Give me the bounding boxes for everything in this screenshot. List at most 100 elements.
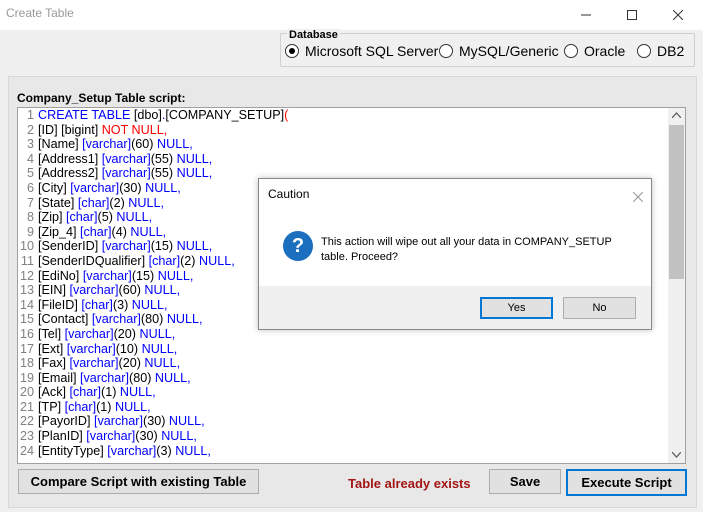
code-token: [SenderID] bbox=[38, 239, 102, 254]
code-line: 4 [Address1] [varchar](55) NULL, bbox=[18, 152, 288, 167]
radio-db2[interactable]: DB2 bbox=[637, 43, 684, 59]
line-number: 6 bbox=[26, 180, 34, 195]
code-token: (20) bbox=[113, 326, 140, 341]
close-icon bbox=[673, 10, 683, 20]
radio-db2-label: DB2 bbox=[657, 43, 685, 59]
line-number: 23 bbox=[19, 429, 34, 444]
code-token: [varchar] bbox=[101, 239, 151, 254]
close-button[interactable] bbox=[655, 0, 701, 30]
radio-unselected-icon bbox=[564, 44, 578, 58]
code-token: (60) bbox=[118, 283, 145, 298]
scroll-up-icon[interactable] bbox=[672, 112, 681, 118]
line-number: 4 bbox=[26, 151, 34, 166]
question-icon: ? bbox=[283, 231, 313, 261]
code-token: [char] bbox=[148, 253, 181, 268]
code-line: 15 [Contact] [varchar](80) NULL, bbox=[18, 312, 288, 327]
code-token: NULL, bbox=[116, 210, 153, 225]
code-token: NULL, bbox=[176, 151, 213, 166]
code-token: (30) bbox=[135, 429, 162, 444]
no-button[interactable]: No bbox=[563, 297, 636, 319]
maximize-button[interactable] bbox=[609, 0, 655, 30]
radio-mysql[interactable]: MySQL/Generic bbox=[439, 43, 559, 59]
line-number: 17 bbox=[19, 341, 34, 356]
code-token: [Ack] bbox=[38, 385, 70, 400]
code-line: 10 [SenderID] [varchar](15) NULL, bbox=[18, 239, 288, 254]
code-token: (60) bbox=[131, 137, 157, 152]
code-token: ( bbox=[284, 108, 289, 122]
code-token: [char] bbox=[80, 224, 112, 239]
code-line: 2 [ID] [bigint] NOT NULL, bbox=[18, 123, 288, 138]
line-number: 14 bbox=[19, 297, 34, 312]
code-token: NULL, bbox=[199, 253, 235, 268]
line-number: 19 bbox=[19, 370, 34, 385]
code-token: (10) bbox=[115, 341, 142, 356]
code-token: NULL, bbox=[144, 356, 181, 371]
code-token: [Tel] bbox=[38, 326, 65, 341]
scrollbar-thumb[interactable] bbox=[669, 125, 684, 279]
minimize-icon bbox=[581, 14, 591, 16]
code-line: 22 [PayorID] [varchar](30) NULL, bbox=[18, 414, 288, 429]
save-button[interactable]: Save bbox=[489, 469, 561, 494]
code-token: [varchar] bbox=[70, 180, 120, 195]
code-token: NULL, bbox=[141, 341, 178, 356]
code-token: (1) bbox=[96, 399, 115, 414]
code-token: (1) bbox=[101, 385, 120, 400]
code-token: NULL, bbox=[144, 283, 181, 298]
code-token: [State] bbox=[38, 195, 78, 210]
code-line: 21 [TP] [char](1) NULL, bbox=[18, 400, 288, 415]
scroll-down-icon[interactable] bbox=[672, 452, 681, 458]
code-token: CREATE TABLE bbox=[38, 108, 134, 122]
radio-oracle[interactable]: Oracle bbox=[564, 43, 625, 59]
vertical-scrollbar[interactable] bbox=[668, 108, 685, 463]
code-token: (55) bbox=[150, 151, 177, 166]
code-line: 7 [State] [char](2) NULL, bbox=[18, 196, 288, 211]
radio-oracle-label: Oracle bbox=[584, 43, 626, 59]
code-token: [varchar] bbox=[64, 326, 114, 341]
compare-script-button[interactable]: Compare Script with existing Table bbox=[18, 469, 259, 494]
code-line: 12 [EdiNo] [varchar](15) NULL, bbox=[18, 269, 288, 284]
radio-mssql-label: Microsoft SQL Server bbox=[305, 43, 439, 59]
code-token: [SenderIDQualifier] bbox=[38, 253, 149, 268]
code-line: 3 [Name] [varchar](60) NULL, bbox=[18, 137, 288, 152]
line-number: 7 bbox=[26, 195, 34, 210]
code-token: [bigint] bbox=[61, 122, 102, 137]
code-line: 19 [Email] [varchar](80) NULL, bbox=[18, 371, 288, 386]
line-number: 2 bbox=[26, 122, 34, 137]
code-token: [varchar] bbox=[69, 356, 119, 371]
code-token: [Contact] bbox=[38, 312, 92, 327]
yes-button[interactable]: Yes bbox=[480, 297, 553, 319]
execute-script-button[interactable]: Execute Script bbox=[566, 469, 687, 496]
dialog-close-button[interactable] bbox=[632, 187, 644, 206]
code-token: (15) bbox=[150, 239, 177, 254]
code-token: [ID] bbox=[38, 122, 62, 137]
line-number: 10 bbox=[19, 239, 34, 254]
code-token: (4) bbox=[111, 224, 131, 239]
code-token: [varchar] bbox=[91, 312, 141, 327]
code-token: NULL, bbox=[131, 297, 168, 312]
database-group: Database Microsoft SQL Server MySQL/Gene… bbox=[280, 29, 695, 67]
line-number: 13 bbox=[19, 283, 34, 298]
line-number: 24 bbox=[19, 443, 34, 458]
code-token: [varchar] bbox=[101, 151, 151, 166]
code-token: [char] bbox=[81, 297, 113, 312]
radio-unselected-icon bbox=[439, 44, 453, 58]
code-token: [Address2] bbox=[38, 166, 102, 181]
code-token: [Email] bbox=[38, 370, 80, 385]
line-number: 20 bbox=[19, 385, 34, 400]
line-number: 1 bbox=[26, 108, 34, 122]
line-number: 5 bbox=[26, 166, 34, 181]
code-token: [EntityType] bbox=[38, 443, 108, 458]
code-line: 6 [City] [varchar](30) NULL, bbox=[18, 181, 288, 196]
radio-mssql[interactable]: Microsoft SQL Server bbox=[285, 43, 438, 59]
code-lines[interactable]: 1 CREATE TABLE [dbo].[COMPANY_SETUP](2 [ID… bbox=[18, 108, 288, 458]
code-line: 16 [Tel] [varchar](20) NULL, bbox=[18, 327, 288, 342]
code-token: [varchar] bbox=[86, 429, 136, 444]
code-token: [varchar] bbox=[66, 341, 116, 356]
minimize-button[interactable] bbox=[563, 0, 609, 30]
title-bar: Create Table bbox=[0, 0, 703, 30]
code-token: (55) bbox=[150, 166, 177, 181]
code-line: 14 [FileID] [char](3) NULL, bbox=[18, 298, 288, 313]
code-token: NULL, bbox=[154, 370, 191, 385]
code-token: NULL, bbox=[176, 166, 213, 181]
code-token: [Ext] bbox=[38, 341, 67, 356]
